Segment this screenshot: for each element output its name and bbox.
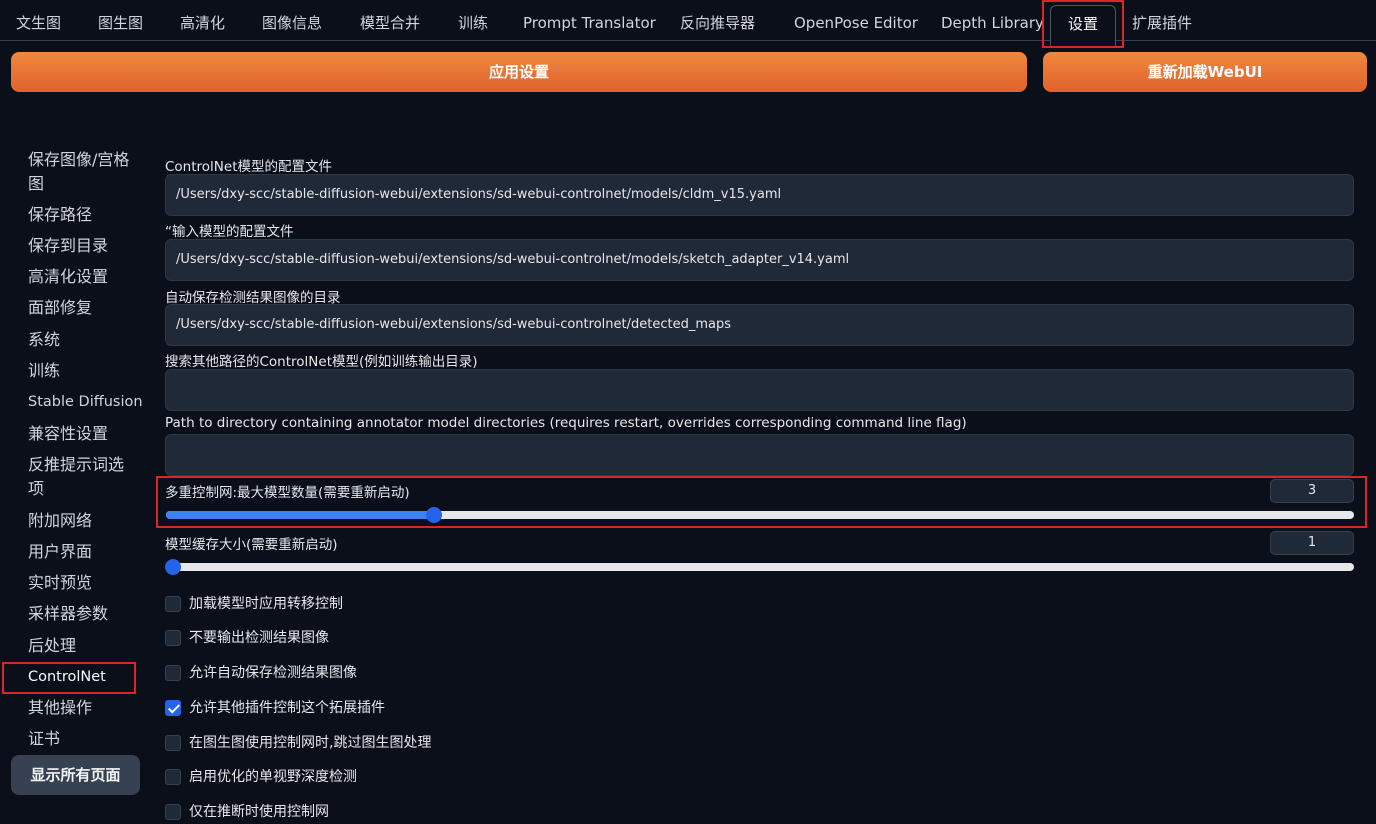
detected-maps-dir-label: 自动保存检测结果图像的目录 bbox=[165, 290, 341, 306]
annotator-models-path-input[interactable] bbox=[165, 434, 1354, 476]
tab-txt2img[interactable]: 文生图 bbox=[16, 0, 61, 41]
checkbox-inference-only[interactable] bbox=[165, 804, 181, 820]
controlnet-config-label: ControlNet模型的配置文件 bbox=[165, 159, 332, 175]
max-models-label: 多重控制网:最大模型数量(需要重新启动) bbox=[165, 485, 410, 501]
sidebar-item-save-to-dir[interactable]: 保存到目录 bbox=[28, 234, 108, 258]
sidebar-item-training[interactable]: 训练 bbox=[28, 359, 60, 383]
checkbox-label: 启用优化的单视野深度检测 bbox=[189, 769, 357, 785]
tab-upscale[interactable]: 高清化 bbox=[180, 0, 225, 41]
controlnet-config-input[interactable]: /Users/dxy-scc/stable-diffusion-webui/ex… bbox=[165, 174, 1354, 216]
tab-training[interactable]: 训练 bbox=[458, 0, 488, 41]
checkbox-monocular-depth[interactable] bbox=[165, 769, 181, 785]
checkbox-label: 仅在推断时使用控制网 bbox=[189, 804, 329, 820]
sidebar-item-stable-diffusion[interactable]: Stable Diffusion bbox=[28, 390, 143, 414]
sidebar-item-upscale-settings[interactable]: 高清化设置 bbox=[28, 265, 108, 289]
detected-maps-dir-input[interactable]: /Users/dxy-scc/stable-diffusion-webui/ex… bbox=[165, 304, 1354, 346]
max-models-slider[interactable] bbox=[166, 507, 1354, 523]
max-models-slider-handle[interactable] bbox=[426, 507, 443, 523]
main-tab-bar: 文生图 图生图 高清化 图像信息 模型合并 训练 Prompt Translat… bbox=[0, 0, 1376, 47]
tab-openpose-editor[interactable]: OpenPose Editor bbox=[794, 0, 918, 41]
sidebar-item-user-interface[interactable]: 用户界面 bbox=[28, 540, 92, 564]
tab-depth-library[interactable]: Depth Library bbox=[941, 0, 1044, 41]
tab-settings[interactable]: 设置 bbox=[1050, 5, 1116, 47]
annotator-models-path-label: Path to directory containing annotator m… bbox=[165, 415, 967, 431]
model-cache-slider-handle[interactable] bbox=[165, 559, 182, 575]
sidebar-item-other-actions[interactable]: 其他操作 bbox=[28, 696, 92, 720]
adapter-config-input[interactable]: /Users/dxy-scc/stable-diffusion-webui/ex… bbox=[165, 239, 1354, 281]
max-models-number-input[interactable]: 3 bbox=[1270, 479, 1354, 503]
checkbox-transfer-control[interactable] bbox=[165, 596, 181, 612]
sidebar-item-face-restore[interactable]: 面部修复 bbox=[28, 296, 92, 320]
checkbox-skip-img2img[interactable] bbox=[165, 735, 181, 751]
sidebar-item-postprocessing[interactable]: 后处理 bbox=[28, 634, 76, 658]
show-all-pages-button[interactable]: 显示所有页面 bbox=[11, 755, 140, 795]
checkbox-label: 允许其他插件控制这个拓展插件 bbox=[189, 700, 385, 716]
sidebar-item-controlnet[interactable]: ControlNet bbox=[28, 665, 106, 689]
max-models-slider-fill bbox=[166, 511, 435, 519]
sidebar-item-extra-networks[interactable]: 附加网络 bbox=[28, 509, 92, 533]
checkbox-allow-other-scripts[interactable] bbox=[165, 700, 181, 716]
checkbox-label: 在图生图使用控制网时,跳过图生图处理 bbox=[189, 735, 432, 751]
tab-image-info[interactable]: 图像信息 bbox=[262, 0, 322, 41]
tab-reverse-deriver[interactable]: 反向推导器 bbox=[680, 0, 755, 41]
apply-settings-button[interactable]: 应用设置 bbox=[11, 52, 1027, 92]
tab-extensions[interactable]: 扩展插件 bbox=[1132, 0, 1192, 41]
checkbox-no-detect-output[interactable] bbox=[165, 630, 181, 646]
tab-img2img[interactable]: 图生图 bbox=[98, 0, 143, 41]
tab-prompt-translator[interactable]: Prompt Translator bbox=[523, 0, 656, 41]
sidebar-item-save-images-grid[interactable]: 保存图像/宫格图 bbox=[28, 148, 138, 196]
adapter-config-label: “输入模型的配置文件 bbox=[165, 224, 294, 240]
checkbox-label: 加载模型时应用转移控制 bbox=[189, 596, 343, 612]
sidebar-item-live-preview[interactable]: 实时预览 bbox=[28, 571, 92, 595]
model-cache-label: 模型缓存大小(需要重新启动) bbox=[165, 537, 338, 553]
checkbox-label: 允许自动保存检测结果图像 bbox=[189, 665, 357, 681]
tab-model-merge[interactable]: 模型合并 bbox=[360, 0, 420, 41]
sidebar-item-certificates[interactable]: 证书 bbox=[28, 727, 60, 751]
reload-webui-button[interactable]: 重新加载WebUI bbox=[1043, 52, 1367, 92]
sidebar-item-interrogate-options[interactable]: 反推提示词选项 bbox=[28, 453, 138, 501]
extra-models-path-input[interactable] bbox=[165, 369, 1354, 411]
checkbox-autosave-detect[interactable] bbox=[165, 665, 181, 681]
model-cache-number-input[interactable]: 1 bbox=[1270, 531, 1354, 555]
extra-models-path-label: 搜索其他路径的ControlNet模型(例如训练输出目录) bbox=[165, 354, 478, 370]
model-cache-slider[interactable] bbox=[165, 559, 1354, 575]
sidebar-item-system[interactable]: 系统 bbox=[28, 328, 60, 352]
sidebar-item-sampler-params[interactable]: 采样器参数 bbox=[28, 602, 108, 626]
checkbox-label: 不要输出检测结果图像 bbox=[189, 630, 329, 646]
sidebar-item-save-path[interactable]: 保存路径 bbox=[28, 203, 92, 227]
sidebar-item-compatibility[interactable]: 兼容性设置 bbox=[28, 422, 108, 446]
